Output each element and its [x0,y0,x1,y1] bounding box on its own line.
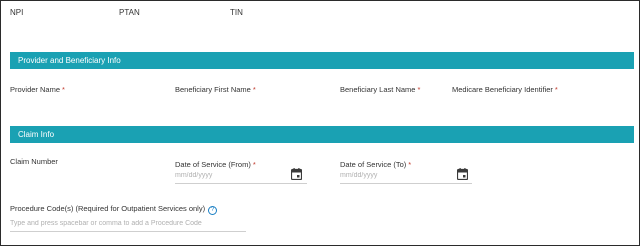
medicare-beneficiary-identifier-label: Medicare Beneficiary Identifier * [452,85,558,94]
calendar-icon[interactable] [291,168,302,180]
required-marker: * [62,85,65,94]
beneficiary-last-name-label: Beneficiary Last Name * [340,85,421,94]
procedure-codes-label: Procedure Code(s) (Required for Outpatie… [10,204,218,215]
tin-label: TIN [230,8,243,17]
calendar-icon[interactable] [457,168,468,180]
required-marker: * [417,85,421,94]
required-marker: * [554,85,558,94]
date-to-input[interactable] [340,167,472,184]
claim-form: NPI PTAN TIN Provider and Beneficiary In… [0,0,640,246]
section-title: Claim Info [18,130,55,139]
section-title: Provider and Beneficiary Info [18,56,121,65]
beneficiary-first-name-label: Beneficiary First Name * [175,85,256,94]
provider-name-label: Provider Name * [10,85,65,94]
claim-info-section-header: Claim Info [10,126,634,143]
claim-number-label: Claim Number [10,157,58,166]
ptan-label: PTAN [119,8,140,17]
date-from-input[interactable] [175,167,307,184]
procedure-codes-input[interactable] [10,215,246,232]
provider-beneficiary-section-header: Provider and Beneficiary Info [10,52,634,69]
npi-label: NPI [10,8,24,17]
required-marker: * [252,85,256,94]
help-icon[interactable]: ? [208,206,218,215]
